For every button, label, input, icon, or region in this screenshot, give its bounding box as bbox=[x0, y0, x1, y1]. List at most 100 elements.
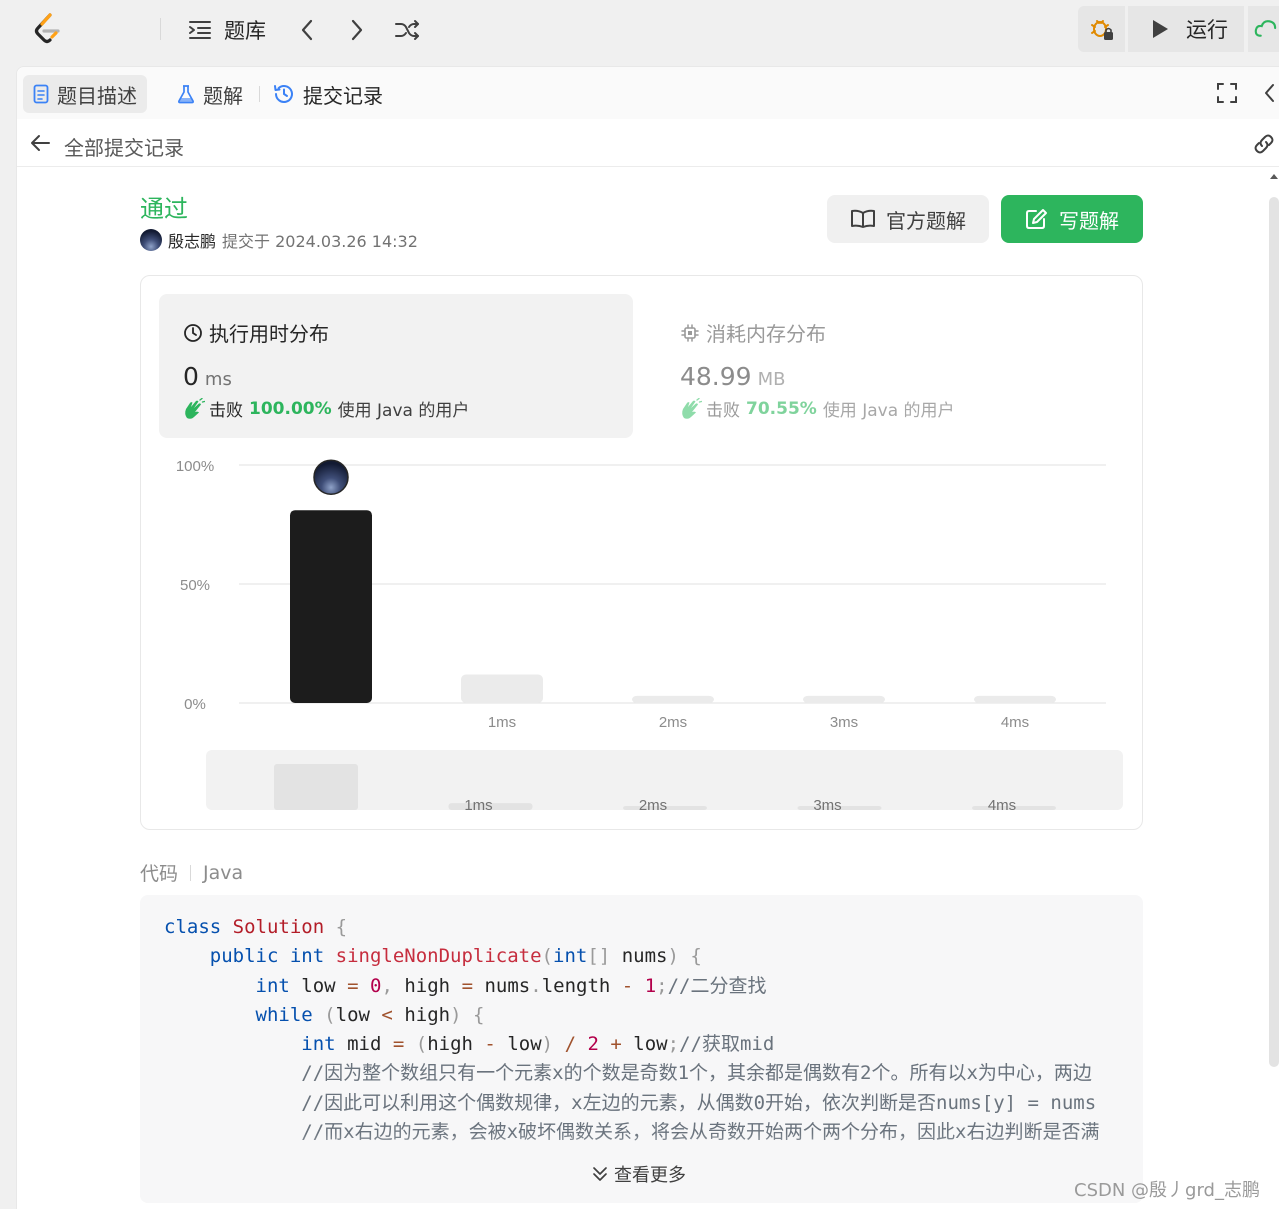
runtime-number: 0 bbox=[183, 362, 199, 391]
memory-stat[interactable]: 消耗内存分布 48.99 MB 击败 70.55% 使用 Java 的用户 bbox=[656, 294, 1126, 438]
arrow-left-icon bbox=[31, 135, 50, 151]
tab-description-label: 题目描述 bbox=[57, 83, 137, 108]
memory-number: 48.99 bbox=[680, 362, 752, 391]
runtime-beat-label: 击败 bbox=[209, 401, 243, 421]
document-icon bbox=[33, 84, 49, 104]
tab-submissions-label: 提交记录 bbox=[303, 83, 383, 108]
all-submissions-title[interactable]: 全部提交记录 bbox=[64, 132, 184, 161]
scroll-up-arrow-icon[interactable] bbox=[1269, 171, 1279, 181]
problem-list-button[interactable]: 题库 bbox=[188, 14, 266, 46]
top-navbar: 题库 运行 bbox=[0, 0, 1279, 60]
code-block[interactable]: class Solution { public int singleNonDup… bbox=[140, 895, 1143, 1203]
copy-link-button[interactable] bbox=[1251, 132, 1277, 160]
avatar[interactable] bbox=[140, 229, 162, 251]
submit-button[interactable] bbox=[1248, 6, 1279, 52]
chevron-right-icon bbox=[351, 19, 363, 41]
tab-divider bbox=[259, 86, 260, 102]
memory-title-text: 消耗内存分布 bbox=[706, 322, 826, 346]
submission-panel: 题目描述 题解 提交记录 全部提交记录 通过 殷志鹏 提交于 2024.03.2… bbox=[16, 66, 1279, 1209]
memory-unit: MB bbox=[757, 369, 786, 390]
runtime-title-text: 执行用时分布 bbox=[209, 322, 329, 346]
double-chevron-down-icon bbox=[593, 1167, 607, 1181]
debug-button[interactable] bbox=[1078, 6, 1125, 52]
code-line: public int singleNonDuplicate(int[] nums… bbox=[209, 945, 702, 968]
leetcode-logo[interactable] bbox=[30, 12, 66, 48]
runtime-unit: ms bbox=[204, 369, 232, 390]
overview-tick-label: 4ms bbox=[988, 797, 1016, 814]
y-tick-label: 100% bbox=[176, 458, 214, 475]
divider bbox=[160, 18, 161, 40]
runtime-stat[interactable]: 执行用时分布 0 ms 击败 100.00% 使用 Java 的用户 bbox=[159, 294, 633, 438]
chart-bar[interactable] bbox=[461, 674, 543, 703]
fullscreen-icon bbox=[1217, 83, 1237, 103]
tab-solutions-label: 题解 bbox=[203, 83, 243, 108]
official-solution-button[interactable]: 官方题解 bbox=[827, 195, 989, 243]
chart-bar[interactable] bbox=[632, 695, 714, 703]
book-open-icon bbox=[851, 209, 875, 228]
shuffle-icon bbox=[395, 20, 419, 40]
code-line: int low = 0, high = nums.length - 1;//二分… bbox=[255, 974, 767, 997]
run-label: 运行 bbox=[1186, 18, 1228, 42]
chart-bar[interactable] bbox=[290, 510, 372, 703]
write-solution-button[interactable]: 写题解 bbox=[1001, 195, 1143, 243]
tab-description[interactable]: 题目描述 bbox=[23, 75, 147, 113]
prev-problem-button[interactable] bbox=[298, 14, 316, 46]
clap-hands-icon bbox=[185, 397, 205, 419]
clock-icon bbox=[184, 323, 202, 342]
random-problem-button[interactable] bbox=[394, 14, 420, 46]
y-tick-label: 50% bbox=[180, 577, 210, 594]
overview-tick-label: 2ms bbox=[639, 797, 667, 814]
memory-value: 48.99 MB bbox=[680, 362, 785, 391]
memory-beats: 击败 70.55% 使用 Java 的用户 bbox=[680, 396, 955, 421]
chip-icon bbox=[681, 323, 699, 342]
next-problem-button[interactable] bbox=[348, 14, 366, 46]
chart-bar[interactable] bbox=[974, 695, 1056, 703]
y-tick-label: 0% bbox=[184, 696, 206, 713]
view-more-button[interactable]: 查看更多 bbox=[592, 1161, 686, 1187]
overview-bar bbox=[274, 764, 358, 810]
submission-header: 全部提交记录 bbox=[17, 119, 1279, 167]
back-button[interactable] bbox=[29, 133, 51, 157]
fullscreen-button[interactable] bbox=[1215, 81, 1239, 109]
runtime-users-label: 使用 Java 的用户 bbox=[337, 401, 470, 421]
clap-hands-icon bbox=[682, 397, 702, 419]
submit-time: 提交于 2024.03.26 14:32 bbox=[222, 232, 418, 251]
code-line: int mid = (high - low) / 2 + low;//获取mid bbox=[301, 1033, 775, 1056]
scrollbar-thumb[interactable] bbox=[1269, 197, 1279, 1067]
play-icon bbox=[1153, 20, 1168, 38]
code-label: 代码 bbox=[140, 863, 179, 885]
link-icon bbox=[1254, 134, 1274, 154]
cloud-upload-icon bbox=[1254, 20, 1277, 37]
runtime-distribution-chart[interactable]: 100% 50% 0% 1ms 2ms 3ms 4ms 1ms 2ms 3ms 4ms bbox=[141, 446, 1144, 826]
memory-users-label: 使用 Java 的用户 bbox=[822, 401, 955, 421]
collapse-panel-button[interactable] bbox=[1261, 81, 1277, 109]
x-tick-label: 3ms bbox=[830, 714, 858, 731]
tab-bar: 题目描述 题解 提交记录 bbox=[17, 67, 1279, 119]
tab-submissions[interactable]: 提交记录 bbox=[263, 75, 393, 113]
x-tick-label: 1ms bbox=[488, 714, 516, 731]
flask-icon bbox=[178, 85, 194, 104]
memory-title: 消耗内存分布 bbox=[680, 318, 826, 347]
list-icon bbox=[189, 21, 211, 39]
x-tick-label: 2ms bbox=[659, 714, 687, 731]
avatar-marker[interactable] bbox=[313, 459, 349, 495]
submission-status: 通过 bbox=[140, 195, 188, 223]
user-name[interactable]: 殷志鹏 bbox=[168, 228, 216, 252]
submission-meta: 殷志鹏 提交于 2024.03.26 14:32 bbox=[140, 228, 418, 252]
code-language: Java bbox=[203, 861, 244, 884]
edit-icon bbox=[1026, 209, 1047, 229]
x-tick-label: 4ms bbox=[1001, 714, 1029, 731]
runtime-title: 执行用时分布 bbox=[183, 318, 329, 347]
runtime-beats: 击败 100.00% 使用 Java 的用户 bbox=[183, 396, 469, 421]
tab-solutions[interactable]: 题解 bbox=[167, 75, 253, 113]
chevron-left-icon bbox=[1265, 84, 1274, 102]
chart-bar[interactable] bbox=[803, 695, 885, 703]
divider bbox=[190, 864, 192, 881]
view-more-label: 查看更多 bbox=[614, 1165, 686, 1186]
code-line: //因此可以利用这个偶数规律，x左边的元素，从偶数0开始，依次判断是否nums[… bbox=[301, 1091, 1097, 1114]
problem-list-label: 题库 bbox=[224, 19, 266, 43]
code-line: while (low < high) { bbox=[255, 1003, 485, 1026]
runtime-value: 0 ms bbox=[183, 362, 232, 391]
run-button[interactable]: 运行 bbox=[1128, 6, 1244, 52]
code-line: class Solution { bbox=[164, 916, 348, 938]
